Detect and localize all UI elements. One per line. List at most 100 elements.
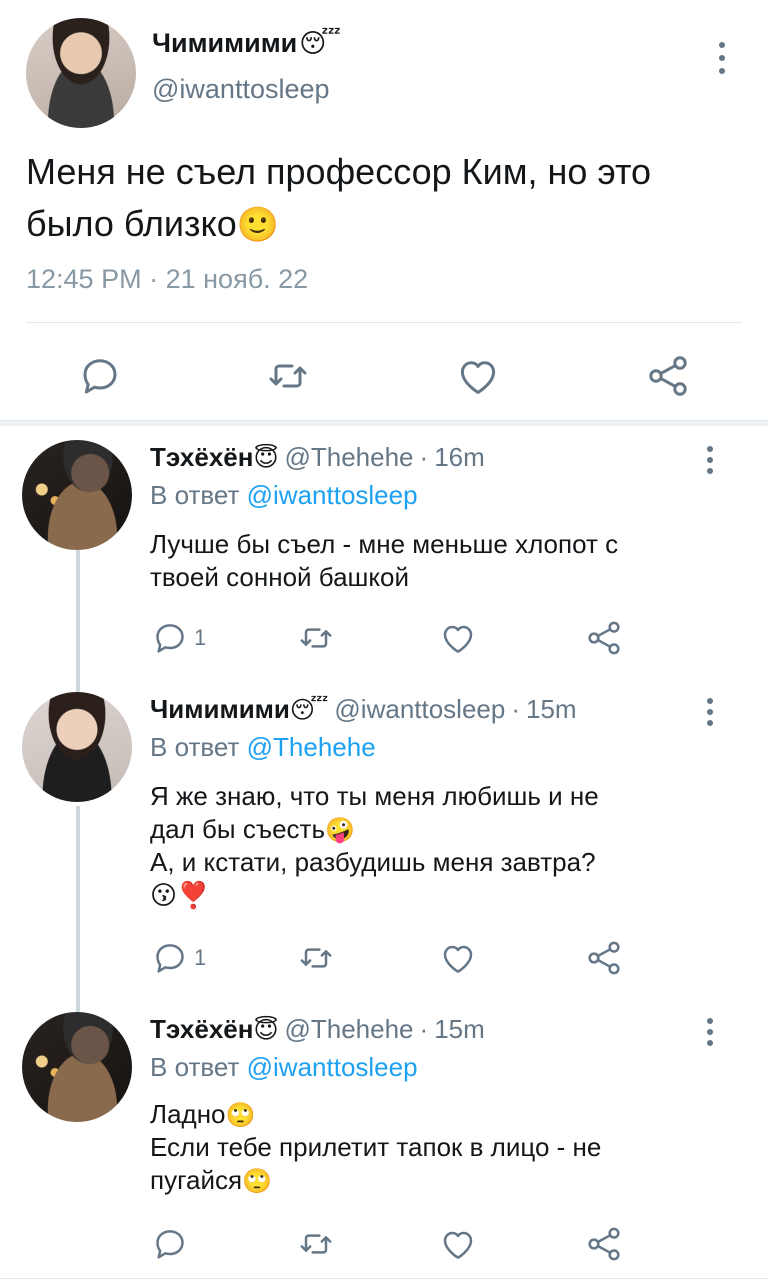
reply-icon — [150, 1224, 190, 1264]
smile-emoji: 🙂 — [236, 205, 280, 245]
like-button[interactable] — [438, 938, 478, 978]
replying-to-prefix: В ответ — [150, 480, 240, 510]
reply-time: 15m — [434, 1014, 485, 1044]
reply-text: Я же знаю, что ты меня любишь и не дал б… — [150, 780, 710, 912]
reply-actions — [0, 1224, 768, 1264]
author-handle[interactable]: @iwanttosleep — [152, 74, 330, 105]
tweet-text: Меня не съел профессор Ким, но это было … — [26, 146, 746, 250]
avatar[interactable] — [22, 1012, 132, 1122]
tweet-actions — [0, 350, 768, 402]
reply-button[interactable] — [74, 350, 126, 402]
reply-text-line: твоей сонной башкой — [150, 562, 410, 592]
sleeping-emoji: 😴 — [289, 695, 329, 724]
share-icon — [644, 352, 692, 400]
more-vertical-icon[interactable] — [700, 696, 720, 732]
reply-text-line: пугайся — [150, 1165, 243, 1195]
avatar[interactable] — [22, 440, 132, 550]
reply-time: 15m — [526, 694, 577, 724]
main-tweet: Чимимими 😴 @iwanttosleep Меня не съел пр… — [0, 0, 768, 426]
share-icon — [584, 618, 624, 658]
reply-button[interactable]: 1 — [150, 938, 206, 978]
reply-header: Тэхёхён 😇 @Thehehe · 16m — [150, 442, 485, 473]
more-vertical-icon[interactable] — [712, 40, 732, 76]
reply-text-line: дал бы съесть — [150, 814, 325, 844]
reply-tweet[interactable]: Тэхёхён 😇 @Thehehe · 15m В ответ @iwantt… — [0, 1002, 768, 1280]
reply-author-name[interactable]: Тэхёхён — [150, 442, 253, 473]
reply-author-handle[interactable]: @Thehehe — [284, 1014, 413, 1045]
reply-icon — [150, 618, 190, 658]
reply-count: 1 — [194, 945, 207, 970]
reply-author-handle[interactable]: @Thehehe — [284, 442, 413, 473]
reply-mention-link[interactable]: @Thehehe — [247, 732, 376, 762]
replying-to-prefix: В ответ — [150, 1052, 240, 1082]
reply-text-line: Ладно — [150, 1099, 226, 1129]
reply-author-name[interactable]: Тэхёхён — [150, 1014, 253, 1045]
avatar[interactable] — [22, 692, 132, 802]
author-name[interactable]: Чимимими — [152, 28, 297, 59]
reply-text-line: А, и кстати, разбудишь меня завтра? — [150, 847, 596, 877]
retweet-icon — [296, 1224, 336, 1264]
retweet-button[interactable] — [296, 1224, 336, 1264]
reply-author-name[interactable]: Чимимими — [150, 694, 290, 725]
like-button[interactable] — [438, 1224, 478, 1264]
angel-emoji: 😇 — [253, 1015, 279, 1044]
eye-roll-emoji: 🙄 — [242, 1167, 272, 1195]
share-button[interactable] — [584, 938, 624, 978]
replying-to: В ответ @Thehehe — [150, 732, 376, 763]
replying-to: В ответ @iwanttosleep — [150, 1052, 418, 1083]
meta-separator: · — [419, 442, 429, 472]
reply-mention-link[interactable]: @iwanttosleep — [247, 480, 418, 510]
divider — [0, 1278, 768, 1279]
share-button[interactable] — [642, 350, 694, 402]
share-icon — [584, 938, 624, 978]
reply-text: Ладно🙄 Если тебе прилетит тапок в лицо -… — [150, 1098, 710, 1197]
reply-actions: 1 — [0, 938, 768, 978]
retweet-button[interactable] — [296, 938, 336, 978]
avatar[interactable] — [26, 18, 136, 128]
eye-roll-emoji: 🙄 — [225, 1101, 256, 1129]
tweet-text-line: было близко — [26, 203, 237, 244]
retweet-button[interactable] — [296, 618, 336, 658]
tweet-time: 12:45 PM — [26, 264, 142, 294]
reply-time: 16m — [434, 442, 485, 472]
share-button[interactable] — [584, 618, 624, 658]
divider — [26, 322, 742, 323]
share-icon — [584, 1224, 624, 1264]
reply-text: Лучше бы съел - мне меньше хлопот с твое… — [150, 528, 710, 594]
heart-icon — [438, 618, 478, 658]
thread-line — [76, 550, 80, 684]
retweet-icon — [296, 618, 336, 658]
kiss-heart-emoji: 😗❣️ — [150, 881, 210, 911]
reply-button[interactable]: 1 — [150, 618, 206, 658]
retweet-icon — [296, 938, 336, 978]
reply-count: 1 — [194, 625, 207, 650]
retweet-button[interactable] — [262, 350, 314, 402]
zany-face-emoji: 🤪 — [325, 816, 355, 844]
heart-icon — [438, 1224, 478, 1264]
tweet-date: 21 нояб. 22 — [165, 264, 309, 294]
like-button[interactable] — [438, 618, 478, 658]
tweet-timestamp[interactable]: 12:45 PM · 21 нояб. 22 — [26, 264, 308, 295]
angel-emoji: 😇 — [253, 443, 279, 472]
more-vertical-icon[interactable] — [700, 444, 720, 480]
thread-line — [76, 1002, 80, 1012]
sleeping-emoji: 😴 — [299, 28, 342, 59]
reply-mention-link[interactable]: @iwanttosleep — [247, 1052, 418, 1082]
like-button[interactable] — [452, 350, 504, 402]
reply-author-handle[interactable]: @iwanttosleep — [334, 694, 505, 725]
heart-icon — [454, 352, 502, 400]
tweet-text-line: Меня не съел профессор Ким, но это — [26, 151, 652, 192]
more-vertical-icon[interactable] — [700, 1016, 720, 1052]
reply-text-line: Я же знаю, что ты меня любишь и не — [150, 781, 599, 811]
reply-tweet[interactable]: Чимимими 😴 @iwanttosleep · 15m В ответ @… — [0, 684, 768, 1002]
reply-text-line: Лучше бы съел - мне меньше хлопот с — [150, 529, 619, 559]
share-button[interactable] — [584, 1224, 624, 1264]
meta-separator: · — [511, 694, 521, 724]
reply-header: Тэхёхён 😇 @Thehehe · 15m — [150, 1014, 485, 1045]
reply-button[interactable] — [150, 1224, 190, 1264]
author-name-row[interactable]: Чимимими 😴 — [152, 28, 341, 59]
replying-to-prefix: В ответ — [150, 732, 240, 762]
heart-icon — [438, 938, 478, 978]
reply-tweet[interactable]: Тэхёхён 😇 @Thehehe · 16m В ответ @iwantt… — [0, 426, 768, 684]
reply-icon — [76, 352, 124, 400]
